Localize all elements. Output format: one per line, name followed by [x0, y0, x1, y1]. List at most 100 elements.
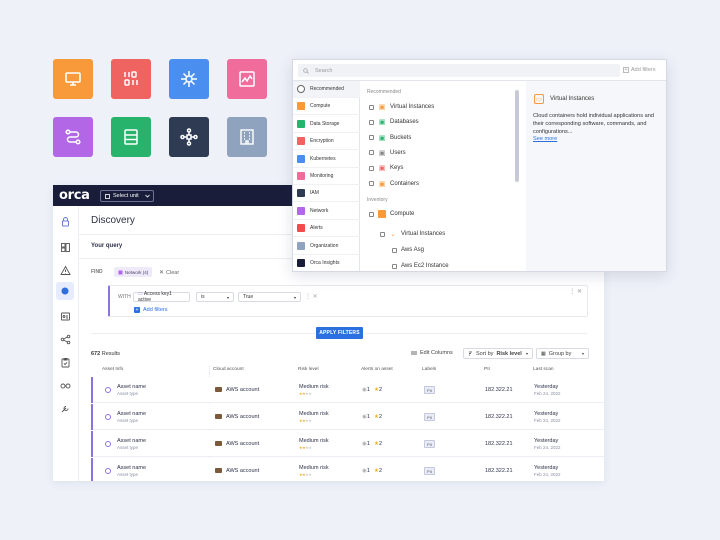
checkbox[interactable] [369, 119, 374, 125]
category-iam[interactable]: IAM [293, 185, 360, 203]
group-by-dropdown[interactable]: ▦ Group by ▾ [536, 348, 589, 359]
table-row[interactable]: Asset name Asset type AWS account Medium… [91, 458, 604, 481]
nav-dashboard-icon[interactable] [60, 240, 71, 252]
col-alerts[interactable]: Alerts on asset [361, 367, 393, 372]
binary-tile [111, 59, 151, 99]
category-kubernetes[interactable]: Kubernetes [293, 151, 360, 168]
clear-button[interactable]: ✕ Clear [159, 269, 179, 276]
col-pii[interactable]: PII [484, 367, 490, 372]
condition-value-select[interactable]: True ▾ [238, 292, 301, 302]
nav-discovery-icon[interactable] [56, 282, 74, 300]
item-icon: ▣ [378, 104, 386, 111]
category-label: Monitoring [310, 173, 334, 179]
recommended-databases[interactable]: ▣ Databases [369, 118, 419, 126]
aws-icon [215, 468, 222, 473]
inventory-virtual-instances[interactable]: ⌄ Virtual Instances [380, 230, 445, 238]
inventory-aws-ec2[interactable]: Aws Ec2 Instance [392, 263, 449, 269]
asset-type: Asset type [117, 472, 139, 477]
recommended-users[interactable]: ▣ Users [369, 149, 406, 157]
category-compute[interactable]: Compute [293, 98, 360, 116]
asset-name[interactable]: Asset name [117, 384, 146, 390]
recommended-buckets[interactable]: ▣ Buckets [369, 134, 411, 142]
table-row[interactable]: Asset name Asset type AWS account Medium… [91, 431, 604, 457]
last-scan: Yesterday [534, 411, 559, 417]
col-asset-info[interactable]: Asset Info [102, 367, 123, 372]
inventory-aws-asg[interactable]: Aws Asg [392, 247, 424, 253]
category-label: Organization [310, 242, 339, 249]
add-filters-button[interactable]: + Add filters [134, 307, 167, 313]
recommended-keys[interactable]: ▣ Keys [369, 164, 403, 172]
storage-tile [111, 117, 151, 157]
compute-icon [378, 210, 386, 218]
condition-operator-select[interactable]: is ▾ [196, 292, 234, 302]
nav-compliance-icon[interactable] [60, 355, 71, 368]
edit-columns-button[interactable]: Edit Columns [411, 350, 453, 356]
select-unit-dropdown[interactable]: Select unit [100, 190, 154, 202]
nav-integrations-icon[interactable] [60, 378, 71, 389]
nav-lock-icon[interactable] [60, 214, 71, 227]
category-monitoring[interactable]: Monitoring [293, 168, 360, 185]
asset-name[interactable]: Asset name [117, 465, 146, 471]
find-network-chip[interactable]: Network (4) [114, 267, 153, 277]
scrollbar[interactable] [515, 90, 519, 182]
nav-alert-icon[interactable] [60, 263, 71, 275]
table-row[interactable]: Asset name Asset type AWS account Medium… [91, 404, 604, 430]
risk-stars: ★★★★ [299, 445, 312, 450]
asset-name[interactable]: Asset name [117, 438, 146, 444]
category-alerts[interactable]: Alerts [293, 220, 360, 238]
asset-name[interactable]: Asset name [117, 411, 146, 417]
search-icon [303, 67, 309, 74]
checkbox[interactable] [369, 150, 374, 156]
checkbox[interactable] [369, 165, 374, 171]
checkbox[interactable] [392, 247, 397, 253]
find-chip-label: Network (4) [125, 269, 149, 275]
nav-settings-icon[interactable] [60, 401, 71, 413]
category-orca-insights[interactable]: Orca Insights [293, 255, 360, 271]
orca-logo[interactable]: orca [59, 188, 90, 203]
alerts-gray: ◉1 [362, 414, 370, 420]
category-encryption[interactable]: Encryption [293, 133, 360, 151]
monitoring-tile [227, 59, 267, 99]
nav-graph-icon[interactable] [60, 332, 71, 345]
asset-type: Asset type [117, 391, 139, 396]
monitoring-chart-icon [239, 71, 255, 87]
category-data-storage[interactable]: Data Storage [293, 116, 360, 133]
inventory-ec2-label: Aws Ec2 Instance [401, 263, 449, 269]
remove-condition-icon[interactable]: ⋮ ✕ [305, 293, 318, 300]
sort-by-dropdown[interactable]: Sort by Risk level ▾ [463, 348, 533, 359]
panel-search-input[interactable]: Search [298, 64, 620, 77]
cloud-account: AWS account [226, 441, 260, 447]
checkbox[interactable] [369, 135, 374, 141]
checkbox[interactable] [369, 104, 374, 110]
recommended-containers[interactable]: ▣ Containers [369, 180, 419, 188]
condition-field-select[interactable]: ▭ Access key1 active [133, 291, 190, 303]
see-more-link[interactable]: See more [533, 136, 557, 142]
category-network[interactable]: Network [293, 203, 360, 220]
scan-date: Feb 24, 2022 [534, 472, 561, 477]
sort-icon [469, 351, 472, 356]
category-organization[interactable]: Organization [293, 238, 360, 255]
collapse-icon[interactable]: ⋮ ✕ [569, 288, 582, 295]
category-label: Alerts [310, 225, 323, 232]
recommended-virtual-instances[interactable]: ▣ Virtual Instances [369, 103, 434, 111]
col-risk-level[interactable]: Risk level [298, 367, 319, 372]
asset-type: Asset type [117, 418, 139, 423]
nav-inventory-icon[interactable] [60, 309, 71, 321]
table-row[interactable]: Asset name Asset type AWS account Medium… [91, 377, 604, 403]
row-accent [91, 377, 93, 403]
filters-divider-right [365, 333, 587, 334]
monitor-tile [53, 59, 93, 99]
category-recommended[interactable]: Recommended [293, 81, 360, 98]
col-cloud-account[interactable]: Cloud account [213, 367, 244, 372]
col-labels[interactable]: Labels [422, 367, 436, 372]
inventory-compute[interactable]: Compute [369, 210, 414, 218]
star-icon [297, 85, 305, 93]
col-last-scan[interactable]: Last scan [533, 367, 554, 372]
checkbox[interactable] [369, 181, 374, 186]
checkbox[interactable] [369, 211, 374, 217]
apply-filters-button[interactable]: APPLY FILTERS [316, 327, 363, 339]
checkbox[interactable] [392, 263, 397, 269]
checkbox[interactable] [380, 231, 385, 237]
chevron-down-icon: ▾ [226, 294, 229, 300]
panel-add-filters-button[interactable]: + Add filters [623, 67, 655, 73]
